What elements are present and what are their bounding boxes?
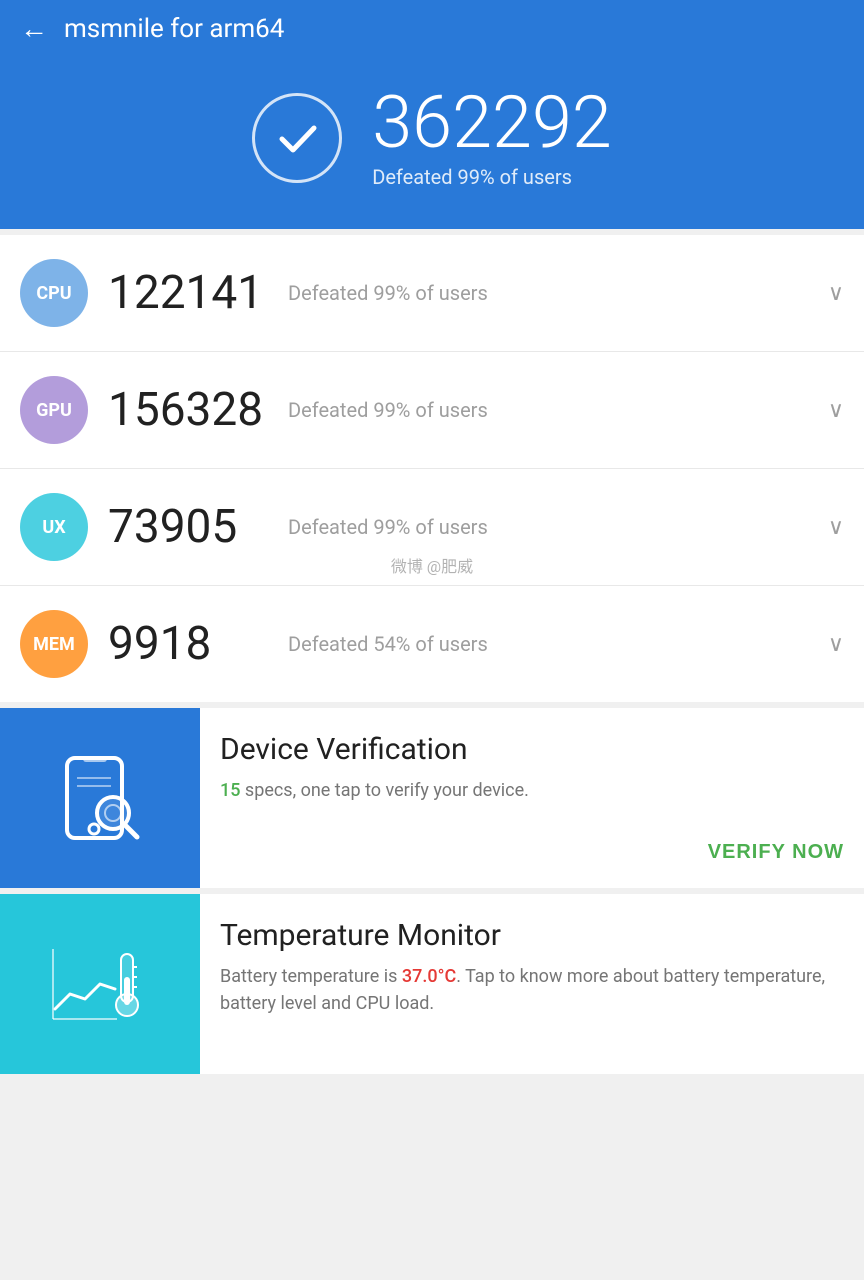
- mem-badge: MEM: [20, 610, 88, 678]
- verify-now-button[interactable]: VERIFY NOW: [708, 841, 844, 864]
- temperature-monitor-content: Temperature Monitor Battery temperature …: [200, 894, 864, 1074]
- gpu-score: 156328: [108, 383, 288, 437]
- cpu-chevron-icon: ∨: [828, 281, 844, 306]
- cpu-score: 122141: [108, 266, 288, 320]
- cpu-row[interactable]: CPU 122141 Defeated 99% of users ∨: [0, 235, 864, 352]
- header: ← msmnile for arm64: [0, 0, 864, 57]
- ux-score: 73905: [108, 500, 288, 554]
- back-button[interactable]: ←: [20, 12, 48, 45]
- mem-chevron-icon: ∨: [828, 632, 844, 657]
- temp-desc-pre: Battery temperature is: [220, 966, 402, 987]
- device-verification-title: Device Verification: [220, 732, 844, 767]
- ux-row[interactable]: UX 73905 Defeated 99% of users ∨ 微博 @肥威: [0, 469, 864, 586]
- ux-badge: UX: [20, 493, 88, 561]
- device-verification-card[interactable]: Device Verification 15 specs, one tap to…: [0, 708, 864, 888]
- watermark-text: 微博 @肥威: [391, 553, 473, 577]
- temperature-monitor-title: Temperature Monitor: [220, 918, 844, 953]
- total-score: 362292: [372, 87, 612, 159]
- device-verification-desc: 15 specs, one tap to verify your device.: [220, 777, 844, 804]
- checkmark-icon: [272, 113, 322, 163]
- check-circle: [252, 93, 342, 183]
- phone-search-icon: [45, 743, 155, 853]
- header-title: msmnile for arm64: [64, 14, 284, 44]
- score-sections: CPU 122141 Defeated 99% of users ∨ GPU 1…: [0, 235, 864, 702]
- score-subtitle: Defeated 99% of users: [372, 165, 612, 189]
- device-verification-content: Device Verification 15 specs, one tap to…: [200, 708, 864, 888]
- device-verification-icon-area: [0, 708, 200, 888]
- ux-defeated: Defeated 99% of users: [288, 515, 828, 539]
- device-verification-desc-text: specs, one tap to verify your device.: [240, 780, 528, 801]
- temperature-chart-icon: [45, 929, 155, 1039]
- temperature-monitor-desc: Battery temperature is 37.0°C. Tap to kn…: [220, 963, 844, 1050]
- specs-count: 15: [220, 780, 240, 801]
- score-info: 362292 Defeated 99% of users: [372, 87, 612, 189]
- temperature-value: 37.0°C: [402, 966, 456, 987]
- gpu-chevron-icon: ∨: [828, 398, 844, 423]
- cards-section: Device Verification 15 specs, one tap to…: [0, 708, 864, 1074]
- ux-chevron-icon: ∨: [828, 515, 844, 540]
- mem-defeated: Defeated 54% of users: [288, 632, 828, 656]
- mem-score: 9918: [108, 617, 288, 671]
- mem-row[interactable]: MEM 9918 Defeated 54% of users ∨: [0, 586, 864, 702]
- gpu-row[interactable]: GPU 156328 Defeated 99% of users ∨: [0, 352, 864, 469]
- temperature-monitor-card[interactable]: Temperature Monitor Battery temperature …: [0, 894, 864, 1074]
- score-banner: 362292 Defeated 99% of users: [0, 57, 864, 229]
- gpu-badge: GPU: [20, 376, 88, 444]
- verify-action[interactable]: VERIFY NOW: [220, 829, 844, 864]
- cpu-badge: CPU: [20, 259, 88, 327]
- temperature-icon-area: [0, 894, 200, 1074]
- gpu-defeated: Defeated 99% of users: [288, 398, 828, 422]
- cpu-defeated: Defeated 99% of users: [288, 281, 828, 305]
